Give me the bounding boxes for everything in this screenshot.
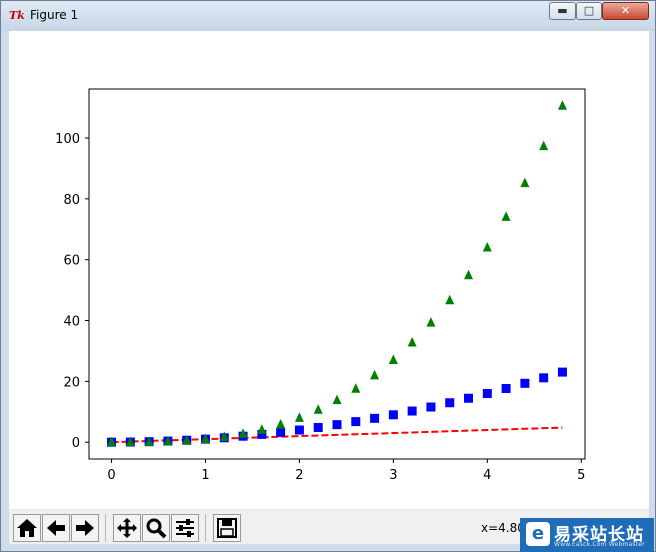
forward-button[interactable] bbox=[71, 514, 99, 542]
toolbar-divider bbox=[105, 514, 106, 542]
data-point-square bbox=[294, 425, 304, 435]
data-point-square bbox=[388, 410, 398, 420]
maximize-icon: □ bbox=[583, 4, 595, 17]
save-floppy-icon bbox=[217, 518, 237, 538]
data-point-square bbox=[464, 393, 474, 403]
x-tick-label: 4 bbox=[483, 468, 491, 483]
y-tick-label: 80 bbox=[63, 193, 80, 208]
data-point-square bbox=[482, 389, 492, 399]
data-point-square bbox=[351, 417, 361, 427]
figure-window: Tk Figure 1 ▬ □ ✕ 0 1 2 3 4 5 0 20 40 60 80 100 bbox=[0, 0, 656, 552]
title-bar[interactable]: Tk Figure 1 ▬ □ ✕ bbox=[1, 1, 655, 31]
data-point-square bbox=[407, 406, 417, 416]
site-watermark: e 易采站长站 Www.Easck.Com Webmaster bbox=[520, 518, 654, 552]
watermark-logo-icon: e bbox=[526, 522, 550, 546]
plot-svg[interactable]: 0 1 2 3 4 5 0 20 40 60 80 100 bbox=[9, 31, 649, 509]
data-point-square bbox=[539, 373, 549, 383]
data-point-square bbox=[426, 402, 436, 412]
x-tick-label: 3 bbox=[389, 468, 397, 483]
close-button[interactable]: ✕ bbox=[602, 2, 649, 20]
save-button[interactable] bbox=[213, 514, 241, 542]
y-tick-label: 40 bbox=[63, 315, 80, 330]
y-tick-label: 20 bbox=[63, 375, 80, 390]
data-point-square bbox=[313, 422, 323, 432]
x-tick-label: 1 bbox=[201, 468, 209, 483]
minimize-icon: ▬ bbox=[557, 4, 568, 17]
x-tick-label: 5 bbox=[577, 468, 585, 483]
zoom-button[interactable] bbox=[142, 514, 170, 542]
data-point-square bbox=[557, 367, 567, 377]
configure-subplots-button[interactable] bbox=[171, 514, 199, 542]
back-button[interactable] bbox=[42, 514, 70, 542]
data-point-square bbox=[276, 427, 286, 437]
back-arrow-icon bbox=[47, 520, 65, 536]
y-tick-label: 100 bbox=[55, 132, 80, 147]
pan-move-icon bbox=[117, 518, 137, 538]
pan-button[interactable] bbox=[113, 514, 141, 542]
close-icon: ✕ bbox=[620, 4, 631, 17]
y-tick-label: 60 bbox=[63, 254, 80, 269]
zoom-magnifier-icon bbox=[146, 518, 167, 539]
home-icon bbox=[17, 519, 37, 537]
window-title: Figure 1 bbox=[30, 8, 79, 22]
data-point-square bbox=[370, 413, 380, 423]
y-tick-label: 0 bbox=[72, 436, 80, 451]
maximize-button[interactable]: □ bbox=[576, 2, 602, 20]
figure-canvas[interactable]: 0 1 2 3 4 5 0 20 40 60 80 100 bbox=[9, 31, 649, 543]
watermark-subtext: Www.Easck.Com Webmaster bbox=[554, 541, 645, 548]
x-tick-label: 0 bbox=[107, 468, 115, 483]
toolbar-divider bbox=[205, 514, 206, 542]
data-point-square bbox=[445, 398, 455, 408]
home-button[interactable] bbox=[13, 514, 41, 542]
data-point-square bbox=[501, 384, 511, 394]
x-tick-label: 2 bbox=[295, 468, 303, 483]
data-point-square bbox=[332, 420, 342, 430]
tk-feather-icon: Tk bbox=[9, 9, 25, 22]
minimize-button[interactable]: ▬ bbox=[549, 2, 576, 20]
subplots-config-icon bbox=[176, 519, 194, 537]
data-point-square bbox=[520, 378, 530, 388]
forward-arrow-icon bbox=[76, 520, 94, 536]
